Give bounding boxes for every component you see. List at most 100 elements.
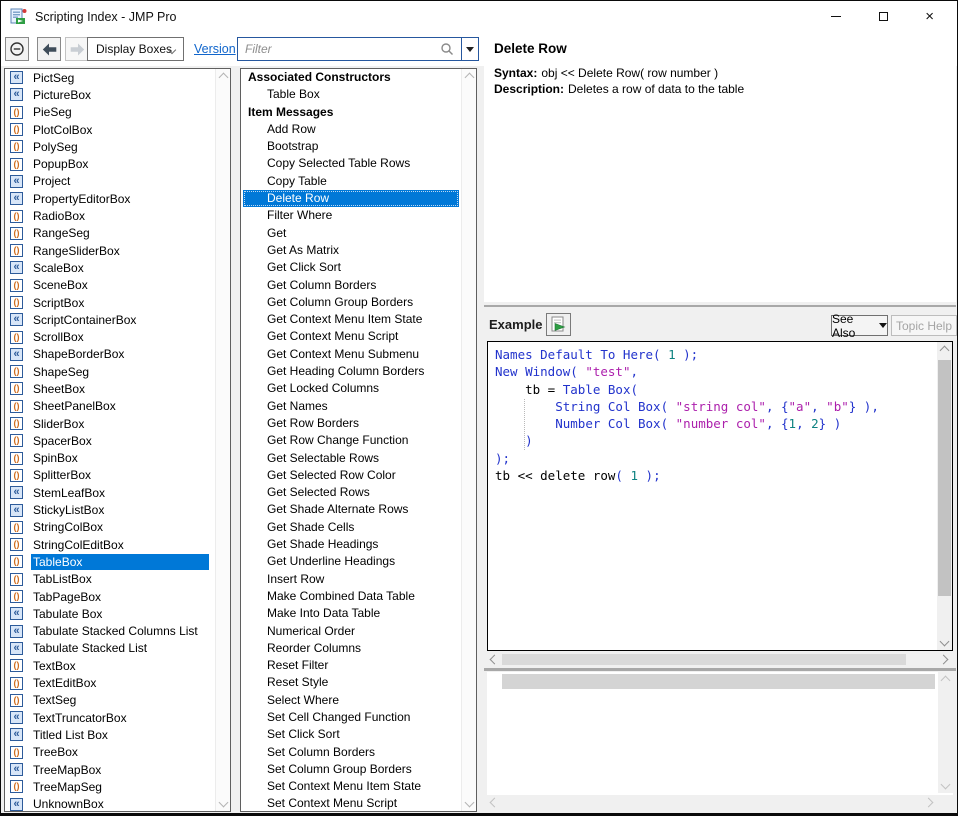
message-list-item[interactable]: Get Column Group Borders [241,294,461,311]
display-box-item[interactable]: ()PopupBox [5,155,215,172]
message-list-item[interactable]: Copy Table [241,173,461,190]
scroll-up-icon[interactable] [219,73,229,83]
filter-input[interactable] [239,39,434,59]
display-box-item[interactable]: ()SceneBox [5,277,215,294]
message-list-item[interactable]: Get Click Sort [241,259,461,276]
display-box-item[interactable]: ()TabListBox [5,571,215,588]
message-list-item[interactable]: Copy Selected Table Rows [241,155,461,172]
see-also-dropdown[interactable]: See Also [831,315,888,336]
message-list-item[interactable]: Get Underline Headings [241,553,461,570]
display-box-list-scrollbar[interactable] [215,69,230,811]
display-box-item[interactable]: «Tabulate Stacked List [5,640,215,657]
code-horizontal-scrollbar[interactable] [487,652,953,666]
message-list-item[interactable]: Set Context Menu Script [241,795,461,811]
message-list-item[interactable]: Get Names [241,398,461,415]
display-box-item[interactable]: ()RangeSliderBox [5,242,215,259]
close-button[interactable]: × [906,1,953,32]
forward-button[interactable] [65,37,89,61]
display-box-item[interactable]: ()TreeMapSeg [5,778,215,795]
message-list-item[interactable]: Delete Row [243,190,459,207]
message-list-scrollbar[interactable] [461,69,476,811]
scroll-left-icon[interactable] [490,655,500,665]
display-box-item[interactable]: «PictSeg [5,69,215,86]
display-box-item[interactable]: ()TableBox [5,553,215,570]
back-button[interactable] [37,37,61,61]
message-list-item[interactable]: Make Combined Data Table [241,588,461,605]
display-box-item[interactable]: «Titled List Box [5,726,215,743]
display-box-item[interactable]: ()RangeSeg [5,225,215,242]
message-list-item[interactable]: Add Row [241,121,461,138]
message-list-item[interactable]: Set Context Menu Item State [241,778,461,795]
display-box-item[interactable]: ()TextSeg [5,692,215,709]
message-list-item[interactable]: Reorder Columns [241,640,461,657]
scroll-right-icon[interactable] [939,655,949,665]
display-box-item[interactable]: ()ScrollBox [5,328,215,345]
message-list-item[interactable]: Get Context Menu Submenu [241,346,461,363]
display-box-item[interactable]: «Project [5,173,215,190]
output-horizontal-scrollbar[interactable] [487,795,938,811]
display-box-item[interactable]: ()TabPageBox [5,588,215,605]
message-list-item[interactable]: Select Where [241,692,461,709]
display-box-item[interactable]: ()PolySeg [5,138,215,155]
scroll-up-icon[interactable] [941,676,951,686]
scroll-down-icon[interactable] [941,780,951,790]
message-list-item[interactable]: Get Context Menu Script [241,328,461,345]
message-list-item[interactable]: Table Box [241,86,461,103]
horizontal-splitter[interactable] [484,668,956,671]
message-list-item[interactable]: Get Context Menu Item State [241,311,461,328]
message-list-item[interactable]: Get [241,225,461,242]
message-list-item[interactable]: Get Shade Alternate Rows [241,501,461,518]
display-box-item[interactable]: ()ShapeSeg [5,363,215,380]
display-box-item[interactable]: «ScaleBox [5,259,215,276]
display-box-item[interactable]: ()RadioBox [5,207,215,224]
code-vertical-scrollbar[interactable] [937,342,952,650]
display-box-item[interactable]: ()SpacerBox [5,432,215,449]
message-list-item[interactable]: Make Into Data Table [241,605,461,622]
display-box-item[interactable]: «TreeMapBox [5,761,215,778]
scrollbar-thumb[interactable] [502,654,906,665]
message-list-item[interactable]: Get Selectable Rows [241,450,461,467]
message-list-item[interactable]: Reset Style [241,674,461,691]
scroll-down-icon[interactable] [219,798,229,808]
display-box-item[interactable]: «TextTruncatorBox [5,709,215,726]
display-box-item[interactable]: ()SheetBox [5,380,215,397]
display-box-item[interactable]: ()SheetPanelBox [5,398,215,415]
message-list-item[interactable]: Get Row Change Function [241,432,461,449]
message-list-item[interactable]: Get Locked Columns [241,380,461,397]
display-box-item[interactable]: ()PlotColBox [5,121,215,138]
scroll-right-icon[interactable] [924,798,934,808]
output-scrollbar-thumb[interactable] [502,674,935,689]
display-box-item[interactable]: ()TreeBox [5,744,215,761]
message-list-item[interactable]: Get As Matrix [241,242,461,259]
scroll-up-icon[interactable] [940,346,950,356]
display-box-item[interactable]: «PictureBox [5,86,215,103]
display-box-item[interactable]: ()SplitterBox [5,467,215,484]
display-box-item[interactable]: ()TextEditBox [5,674,215,691]
scroll-up-icon[interactable] [465,73,475,83]
display-box-item[interactable]: «ScriptContainerBox [5,311,215,328]
display-box-item[interactable]: ()StringColEditBox [5,536,215,553]
scroll-left-icon[interactable] [490,798,500,808]
scrollbar-thumb[interactable] [938,360,951,596]
display-box-item[interactable]: «StemLeafBox [5,484,215,501]
display-box-item[interactable]: ()PieSeg [5,104,215,121]
filter-dropdown-button[interactable] [461,38,478,60]
message-list-item[interactable]: Get Selected Rows [241,484,461,501]
display-box-item[interactable]: ()SliderBox [5,415,215,432]
display-box-item[interactable]: «UnknownBox [5,795,215,811]
display-box-item[interactable]: «StickyListBox [5,501,215,518]
message-list-item[interactable]: Get Heading Column Borders [241,363,461,380]
message-list-item[interactable]: Get Column Borders [241,277,461,294]
minimize-button[interactable] [813,1,860,32]
message-list-item[interactable]: Reset Filter [241,657,461,674]
category-dropdown[interactable]: Display Boxes [87,37,184,61]
scroll-down-icon[interactable] [465,798,475,808]
display-box-item[interactable]: «Tabulate Box [5,605,215,622]
message-list-item[interactable]: Bootstrap [241,138,461,155]
display-box-item[interactable]: ()TextBox [5,657,215,674]
example-code[interactable]: Names Default To Here( 1 );New Window( "… [495,346,934,648]
topic-help-button[interactable]: Topic Help [891,315,957,336]
display-box-item[interactable]: «PropertyEditorBox [5,190,215,207]
message-list-item[interactable]: Filter Where [241,207,461,224]
display-box-item[interactable]: ()SpinBox [5,450,215,467]
